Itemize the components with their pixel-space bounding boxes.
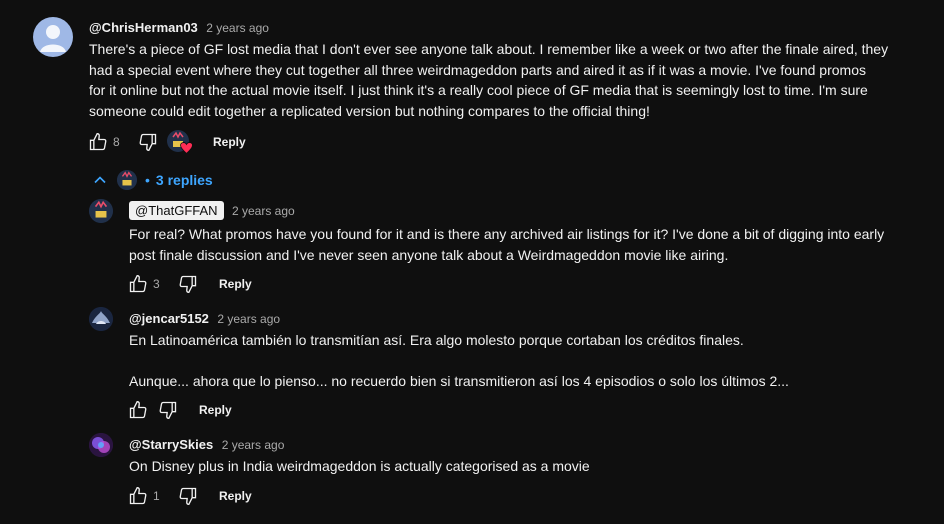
like-count: 3	[153, 277, 160, 291]
comment-header: @ChrisHerman03 2 years ago	[89, 19, 269, 37]
comment-text: For real? What promos have you found for…	[129, 224, 919, 265]
author-handle[interactable]: @ChrisHerman03	[89, 20, 198, 35]
comment-text: On Disney plus in India weirdmageddon is…	[129, 456, 919, 477]
timestamp[interactable]: 2 years ago	[217, 312, 280, 326]
avatar[interactable]	[89, 199, 113, 223]
thumbs-up-icon[interactable]	[127, 273, 149, 295]
timestamp[interactable]: 2 years ago	[206, 21, 269, 35]
creator-handle-chip[interactable]: @ThatGFFAN	[129, 201, 224, 220]
thumbs-down-icon[interactable]	[177, 273, 199, 295]
comment-line: post finale discussion and I've never se…	[129, 246, 729, 263]
avatar[interactable]	[89, 433, 113, 457]
chevron-up-icon[interactable]	[90, 170, 110, 190]
comment-line: Aunque... ahora que lo pienso... no recu…	[129, 373, 789, 389]
bullet-separator: •	[145, 172, 150, 188]
comment-actions: 3 Reply	[127, 272, 252, 296]
comment-line: On Disney plus in India weirdmageddon is…	[129, 458, 590, 474]
comment-line: There's a piece of GF lost media that I …	[89, 41, 889, 57]
comment-actions: 8 Reply	[87, 130, 246, 154]
comment-header: @StarrySkies 2 years ago	[129, 436, 284, 454]
reply-button[interactable]: Reply	[219, 277, 252, 291]
default-avatar-icon	[40, 25, 66, 52]
comment-header: @ThatGFFAN 2 years ago	[129, 201, 295, 220]
starry-avatar-icon	[89, 433, 113, 457]
reply-button[interactable]: Reply	[219, 489, 252, 503]
thumbs-down-icon[interactable]	[177, 485, 199, 507]
thumbs-down-icon[interactable]	[157, 399, 179, 421]
comment-line: En Latinoamérica también lo transmitían …	[129, 332, 744, 348]
avatar[interactable]	[33, 17, 73, 57]
gf-fan-avatar-icon	[117, 170, 137, 190]
jencar-avatar-icon	[89, 307, 113, 331]
replies-toggle[interactable]: • 3 replies	[90, 168, 213, 192]
replies-count-label[interactable]: 3 replies	[156, 172, 213, 188]
thumbs-down-icon[interactable]	[137, 131, 159, 153]
author-handle[interactable]: @jencar5152	[129, 311, 209, 326]
author-handle[interactable]: @StarrySkies	[129, 437, 213, 452]
comment-line: for it online but not the actual movie i…	[89, 82, 868, 98]
reply-button[interactable]: Reply	[199, 403, 232, 417]
comment-line: For real? What promos have you found for…	[129, 226, 885, 242]
comment-line: had a special event where they cut toget…	[89, 61, 866, 78]
comment-text: En Latinoamérica también lo transmitían …	[129, 330, 919, 392]
comment-text: There's a piece of GF lost media that I …	[89, 39, 919, 121]
comment-line	[129, 351, 919, 372]
thumbs-up-icon[interactable]	[87, 131, 109, 153]
comment-header: @jencar5152 2 years ago	[129, 310, 280, 328]
replier-avatar	[117, 170, 137, 190]
thumbs-up-icon[interactable]	[127, 485, 149, 507]
gf-fan-avatar-icon	[89, 199, 113, 223]
like-count: 8	[113, 135, 120, 149]
thumbs-up-icon[interactable]	[127, 399, 149, 421]
like-count: 1	[153, 489, 160, 503]
avatar[interactable]	[89, 307, 113, 331]
timestamp[interactable]: 2 years ago	[222, 438, 285, 452]
comment-actions: 1 Reply	[127, 484, 252, 508]
comment-actions: Reply	[127, 398, 232, 422]
heart-icon	[180, 141, 193, 159]
comment-line: someone could edit together a replicated…	[89, 102, 650, 119]
reply-button[interactable]: Reply	[213, 135, 246, 149]
timestamp[interactable]: 2 years ago	[232, 204, 295, 218]
creator-heart	[167, 130, 193, 154]
